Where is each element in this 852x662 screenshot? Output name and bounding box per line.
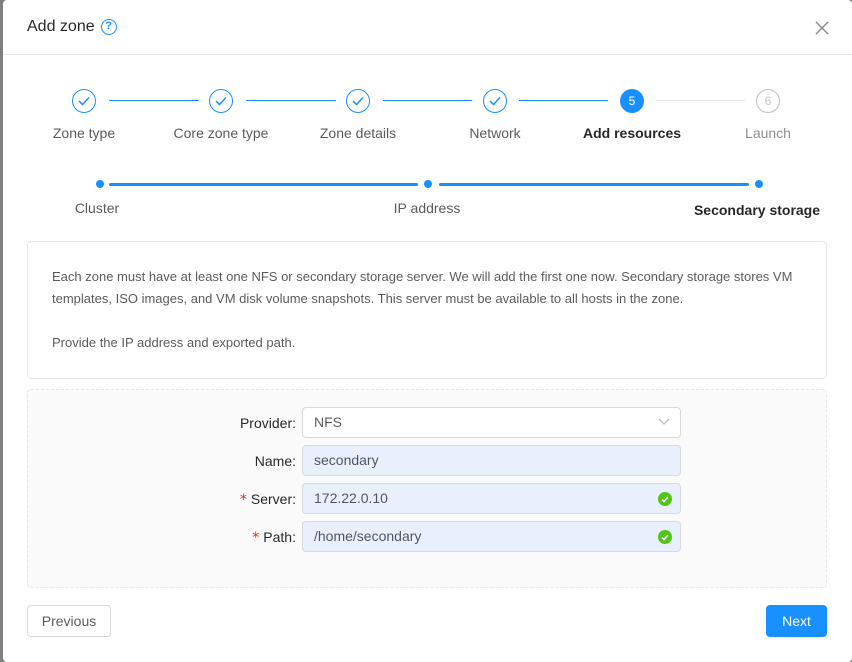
substep-dot-cluster (96, 180, 104, 188)
required-mark: * (252, 530, 260, 546)
form-row-server: * Server: 172.22.0.10 (28, 483, 826, 515)
path-label-text: Path: (263, 529, 296, 545)
required-mark: * (239, 492, 247, 508)
secondary-storage-form: Provider: NFS Name: secondary * Server: 1… (27, 389, 827, 588)
step-label-add-resources: Add resources (582, 125, 682, 141)
path-value: /home/secondary (314, 528, 422, 544)
description-text: Each zone must have at least one NFS or … (52, 269, 793, 306)
step-6-number: 6 (756, 89, 780, 113)
form-row-name: Name: secondary (28, 445, 826, 477)
substep-connector (439, 183, 749, 186)
step-label-core-zone-type: Core zone type (173, 125, 269, 141)
step-label-network: Network (469, 125, 521, 141)
substep-connector (109, 183, 418, 186)
previous-button[interactable]: Previous (27, 605, 111, 637)
check-circle-icon (658, 492, 672, 506)
description-panel: Each zone must have at least one NFS or … (27, 241, 827, 379)
substep-label-ip-address: IP address (393, 200, 461, 216)
server-label-text: Server: (250, 491, 296, 507)
server-value: 172.22.0.10 (314, 490, 388, 506)
step-connector (109, 100, 199, 101)
steps-bar: Zone type Core zone type Zone details Ne… (3, 0, 852, 218)
step-2-check-icon (209, 89, 233, 113)
chevron-down-icon (658, 418, 670, 425)
substep-label-cluster: Cluster (74, 200, 120, 216)
step-5-number: 5 (620, 89, 644, 113)
substep-label-secondary-storage: Secondary storage (693, 202, 821, 218)
description-hint: Provide the IP address and exported path… (52, 335, 296, 350)
path-label: * Path: (252, 521, 296, 553)
step-label-launch: Launch (745, 125, 791, 141)
step-connector (246, 100, 336, 101)
server-input[interactable]: 172.22.0.10 (302, 483, 681, 514)
form-row-provider: Provider: NFS (28, 407, 826, 439)
provider-value: NFS (314, 414, 342, 430)
step-1-check-icon (72, 89, 96, 113)
form-row-path: * Path: /home/secondary (28, 521, 826, 553)
step-label-zone-details: Zone details (319, 125, 397, 141)
step-3-check-icon (346, 89, 370, 113)
step-label-zone-type: Zone type (52, 125, 116, 141)
name-label: Name: (254, 453, 296, 469)
provider-label: Provider: (239, 415, 296, 431)
provider-select[interactable]: NFS (302, 407, 681, 438)
step-connector (656, 100, 745, 101)
substep-dot-secondary-storage (755, 180, 763, 188)
next-button[interactable]: Next (766, 605, 827, 637)
step-connector (519, 100, 608, 101)
server-label: * Server: (240, 483, 296, 515)
check-circle-icon (658, 530, 672, 544)
name-value: secondary (314, 452, 379, 468)
path-input[interactable]: /home/secondary (302, 521, 681, 552)
step-4-check-icon (483, 89, 507, 113)
name-input[interactable]: secondary (302, 445, 681, 476)
add-zone-modal: Add zone ? Zone type Core zone type Zone… (3, 0, 852, 662)
substep-dot-ip-address (424, 180, 432, 188)
step-connector (383, 100, 472, 101)
